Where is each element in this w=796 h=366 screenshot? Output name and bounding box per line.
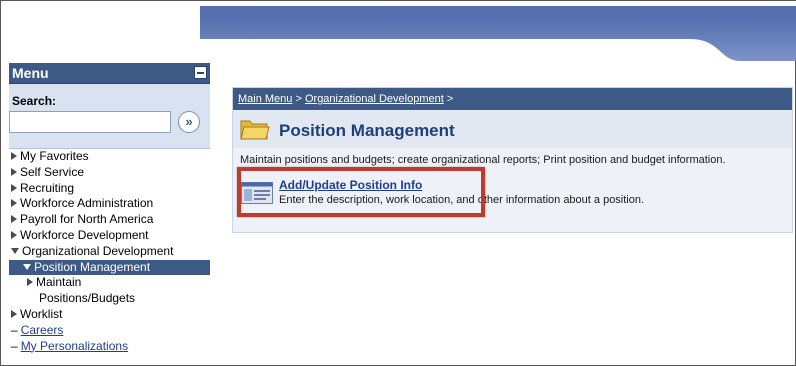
expand-arrow-icon xyxy=(11,152,17,160)
page-title: Position Management xyxy=(279,121,455,140)
expand-arrow-icon xyxy=(11,215,17,224)
left-menu: Menu Search: » My Favorites Self Service… xyxy=(9,63,210,363)
highlight-annotation xyxy=(237,167,485,217)
menu-title: Menu xyxy=(12,65,49,81)
collapse-arrow-icon xyxy=(11,247,19,254)
breadcrumb-separator: > xyxy=(443,93,454,105)
breadcrumb-organizational-development[interactable]: Organizational Development xyxy=(305,93,444,105)
menu-item-maintain[interactable]: Maintain xyxy=(9,275,210,291)
search-go-icon[interactable]: » xyxy=(178,111,200,133)
menu-list: My Favorites Self Service Recruiting Wor… xyxy=(9,149,210,354)
breadcrumb-separator: > xyxy=(292,93,305,105)
title-row: Position Management xyxy=(233,110,792,148)
expand-arrow-icon xyxy=(11,199,17,208)
header-banner xyxy=(200,1,796,65)
menu-link-careers[interactable]: – Careers xyxy=(9,323,210,339)
menu-item-organizational-development[interactable]: Organizational Development xyxy=(9,244,210,260)
breadcrumb-main-menu[interactable]: Main Menu xyxy=(238,93,292,105)
menu-item-recruiting[interactable]: Recruiting xyxy=(9,181,210,197)
menu-header: Menu xyxy=(9,63,210,84)
expand-arrow-icon xyxy=(11,230,17,239)
menu-item-worklist[interactable]: Worklist xyxy=(9,307,210,323)
breadcrumb: Main Menu > Organizational Development > xyxy=(233,88,792,110)
menu-item-my-favorites[interactable]: My Favorites xyxy=(9,149,210,165)
collapse-icon[interactable] xyxy=(194,66,207,79)
menu-item-workforce-development[interactable]: Workforce Development xyxy=(9,228,210,244)
menu-item-workforce-administration[interactable]: Workforce Administration xyxy=(9,196,210,212)
menu-link-my-personalizations[interactable]: – My Personalizations xyxy=(9,339,210,355)
dash-icon: – xyxy=(11,322,18,337)
page-description: Maintain positions and budgets; create o… xyxy=(240,154,726,166)
expand-arrow-icon xyxy=(27,278,33,287)
dash-icon: – xyxy=(11,338,18,353)
search-label: Search: xyxy=(12,94,57,108)
search-input[interactable] xyxy=(9,111,171,133)
expand-arrow-icon xyxy=(11,309,17,318)
folder-icon xyxy=(240,120,270,140)
search-panel: Search: » xyxy=(9,84,210,149)
collapse-arrow-icon xyxy=(23,263,31,270)
menu-item-payroll-north-america[interactable]: Payroll for North America xyxy=(9,212,210,228)
expand-arrow-icon xyxy=(11,167,17,176)
menu-item-positions-budgets[interactable]: Positions/Budgets xyxy=(9,291,210,307)
menu-item-position-management[interactable]: Position Management xyxy=(9,259,210,276)
expand-arrow-icon xyxy=(11,183,17,192)
menu-item-self-service[interactable]: Self Service xyxy=(9,165,210,181)
